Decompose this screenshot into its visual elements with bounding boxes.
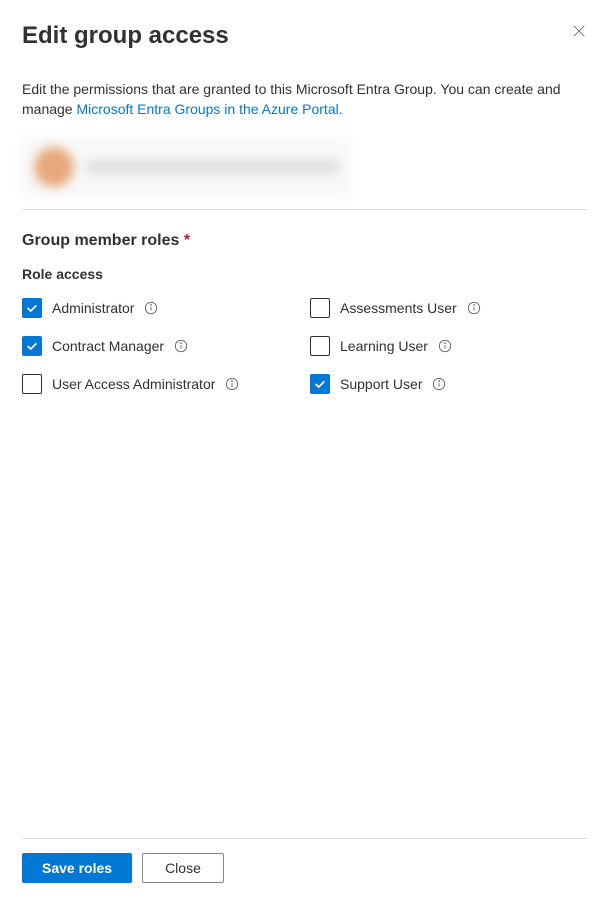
info-icon[interactable] (225, 377, 239, 391)
description-text: Edit the permissions that are granted to… (22, 80, 588, 119)
info-icon[interactable] (438, 339, 452, 353)
info-icon[interactable] (144, 301, 158, 315)
checkbox-support-user[interactable] (310, 374, 330, 394)
checkbox-learning-user[interactable] (310, 336, 330, 356)
footer: Save roles Close (22, 838, 588, 883)
divider (22, 209, 588, 210)
checkbox-user-access-administrator[interactable] (22, 374, 42, 394)
roles-grid: Administrator Assessments User Contract … (22, 298, 588, 394)
section-title: Group member roles * (22, 232, 588, 250)
footer-divider (22, 838, 588, 839)
subsection-title: Role access (22, 266, 588, 282)
checkbox-assessments-user[interactable] (310, 298, 330, 318)
role-label: Support User (340, 376, 422, 392)
group-name-placeholder (86, 160, 340, 174)
save-roles-button[interactable]: Save roles (22, 853, 132, 883)
page-title: Edit group access (22, 22, 229, 50)
close-icon[interactable] (570, 22, 588, 40)
info-icon[interactable] (467, 301, 481, 315)
azure-portal-link[interactable]: Microsoft Entra Groups in the Azure Port… (76, 101, 342, 117)
role-item-assessments-user: Assessments User (310, 298, 588, 318)
role-label: User Access Administrator (52, 376, 215, 392)
role-item-user-access-administrator: User Access Administrator (22, 374, 300, 394)
role-item-learning-user: Learning User (310, 336, 588, 356)
role-label: Contract Manager (52, 338, 164, 354)
info-icon[interactable] (432, 377, 446, 391)
required-indicator: * (184, 232, 190, 249)
role-label: Assessments User (340, 300, 457, 316)
close-button[interactable]: Close (142, 853, 224, 883)
checkbox-contract-manager[interactable] (22, 336, 42, 356)
role-item-support-user: Support User (310, 374, 588, 394)
role-label: Learning User (340, 338, 428, 354)
role-item-administrator: Administrator (22, 298, 300, 318)
group-preview (22, 137, 352, 197)
info-icon[interactable] (174, 339, 188, 353)
group-avatar (34, 147, 74, 187)
role-label: Administrator (52, 300, 134, 316)
checkbox-administrator[interactable] (22, 298, 42, 318)
role-item-contract-manager: Contract Manager (22, 336, 300, 356)
